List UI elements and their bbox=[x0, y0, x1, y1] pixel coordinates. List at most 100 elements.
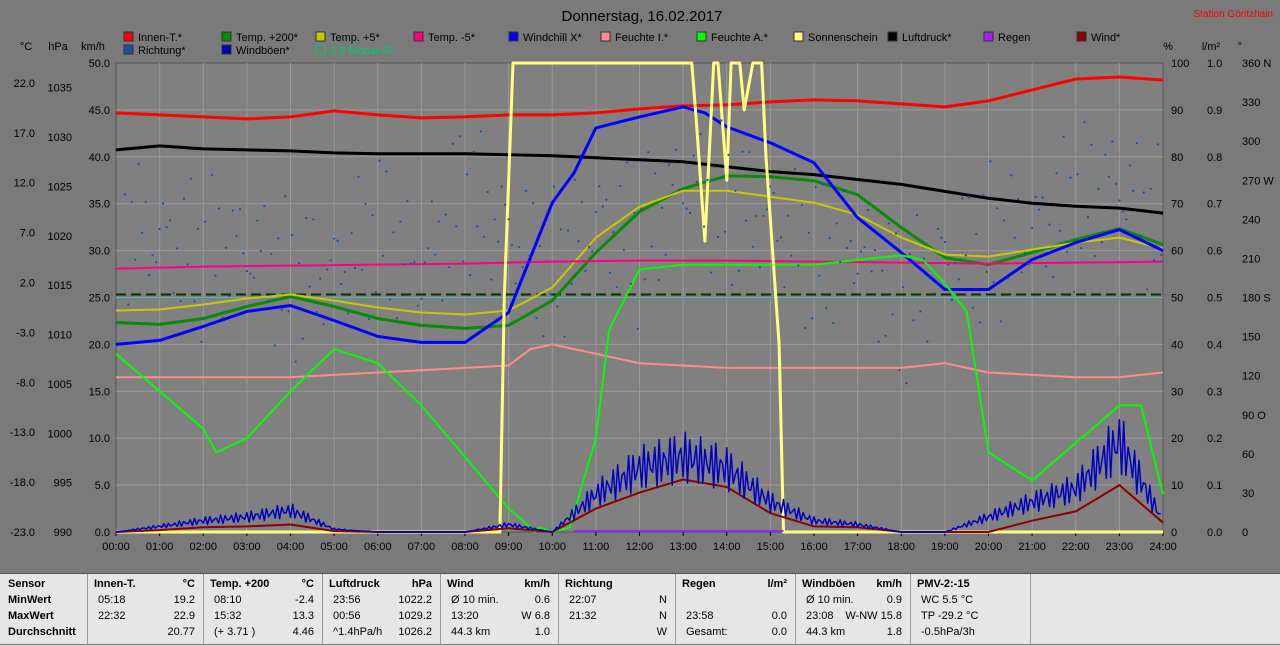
cell-label: TP -29.2 °C bbox=[921, 610, 979, 622]
richtung-point bbox=[1083, 121, 1086, 124]
richtung-point bbox=[748, 151, 751, 154]
richtung-point bbox=[266, 300, 269, 303]
richtung-point bbox=[437, 220, 440, 223]
richtung-point bbox=[413, 261, 416, 264]
richtung-point bbox=[186, 263, 189, 266]
richtung-point bbox=[828, 237, 831, 240]
y-tick-degree: 90 O bbox=[1242, 410, 1266, 422]
y-tick-percent: 50 bbox=[1171, 293, 1183, 305]
richtung-point bbox=[552, 185, 556, 188]
stats-column: Temp. +200 °C 08:10 -2.4 15:32 13.3 (+ 3.71 ) 4… bbox=[204, 574, 323, 645]
richtung-point bbox=[221, 316, 224, 319]
cell-label: 21:32 bbox=[569, 610, 597, 622]
richtung-point bbox=[353, 267, 357, 270]
x-tick-label: 00:00 bbox=[102, 541, 130, 553]
richtung-point bbox=[908, 252, 912, 256]
richtung-point bbox=[894, 232, 898, 235]
richtung-point bbox=[709, 271, 713, 274]
richtung-point bbox=[591, 250, 594, 253]
richtung-point bbox=[741, 150, 744, 153]
y-tick-percent: 80 bbox=[1171, 152, 1183, 164]
richtung-point bbox=[1058, 229, 1062, 232]
richtung-point bbox=[901, 285, 905, 289]
richtung-point bbox=[1111, 140, 1114, 143]
richtung-point bbox=[141, 231, 144, 235]
x-tick-label: 02:00 bbox=[189, 541, 217, 553]
richtung-point bbox=[891, 313, 894, 316]
richtung-point bbox=[1107, 175, 1111, 179]
richtung-point bbox=[535, 316, 538, 320]
richtung-point bbox=[423, 261, 426, 264]
richtung-point bbox=[762, 214, 765, 217]
richtung-point bbox=[654, 172, 657, 175]
richtung-point bbox=[629, 282, 632, 285]
richtung-point bbox=[500, 185, 503, 188]
richtung-point bbox=[319, 277, 322, 280]
richtung-point bbox=[898, 368, 901, 372]
cell-label: 05:18 bbox=[98, 594, 126, 606]
y-tick-lm2: 1.0 bbox=[1207, 58, 1222, 70]
legend-label: Luftdruck* bbox=[902, 32, 952, 44]
y-tick-degree: 360 N bbox=[1242, 58, 1271, 70]
richtung-point bbox=[1003, 219, 1006, 222]
richtung-point bbox=[800, 203, 803, 207]
richtung-point bbox=[200, 340, 203, 343]
richtung-point bbox=[350, 232, 353, 235]
richtung-point bbox=[887, 222, 891, 225]
y-tick-lm2: 0.2 bbox=[1207, 433, 1222, 445]
cell-label: 23:58 bbox=[686, 610, 714, 622]
y-tick-celsius: -3.0 bbox=[16, 327, 35, 339]
richtung-point bbox=[399, 220, 402, 223]
richtung-point bbox=[776, 239, 779, 242]
richtung-point bbox=[388, 298, 392, 301]
column-header: PMV-2:-15 bbox=[917, 578, 970, 590]
unit-kmh: km/h bbox=[81, 41, 105, 53]
richtung-point bbox=[549, 292, 552, 296]
richtung-point bbox=[514, 282, 517, 285]
richtung-point bbox=[245, 269, 248, 273]
richtung-point bbox=[507, 218, 510, 221]
cell-value: 1022.2 bbox=[398, 594, 432, 606]
richtung-point bbox=[406, 200, 409, 203]
legend-swatch bbox=[123, 44, 134, 55]
cell-value: 0.0 bbox=[771, 626, 787, 638]
richtung-point bbox=[336, 239, 339, 242]
richtung-point bbox=[207, 294, 210, 297]
richtung-point bbox=[647, 151, 650, 154]
richtung-point bbox=[1024, 251, 1027, 254]
richtung-point bbox=[312, 218, 315, 221]
richtung-point bbox=[814, 186, 817, 189]
cell-value: 0.6 bbox=[534, 594, 550, 606]
stats-column: Wind km/h Ø 10 min. 0.6 13:20 W 6.8 44.3 km 1.0 bbox=[441, 574, 559, 645]
richtung-point bbox=[1076, 173, 1079, 176]
richtung-point bbox=[273, 344, 276, 347]
richtung-point bbox=[172, 291, 175, 295]
x-tick-label: 15:00 bbox=[757, 541, 785, 553]
richtung-point bbox=[661, 206, 664, 209]
cell-label: Ø 10 min. bbox=[451, 594, 499, 606]
richtung-point bbox=[929, 275, 933, 278]
stats-column: Regen l/m² 23:58 0.0 Gesamt: 0.0 bbox=[676, 574, 796, 645]
richtung-point bbox=[1038, 208, 1041, 211]
legend-swatch bbox=[983, 31, 994, 42]
y-tick-degree: 0 bbox=[1242, 527, 1248, 539]
richtung-point bbox=[835, 222, 838, 225]
richtung-point bbox=[1034, 195, 1037, 199]
cell-value: 4.46 bbox=[292, 626, 314, 638]
richtung-point bbox=[640, 208, 643, 211]
richtung-point bbox=[479, 130, 482, 133]
x-tick-label: 03:00 bbox=[233, 541, 261, 553]
richtung-point bbox=[608, 271, 611, 274]
richtung-point bbox=[1079, 246, 1083, 250]
y-tick-percent: 10 bbox=[1171, 480, 1183, 492]
richtung-point bbox=[772, 191, 775, 195]
y-tick-celsius: 17.0 bbox=[14, 128, 35, 140]
y-tick-lm2: 0.7 bbox=[1207, 199, 1222, 211]
richtung-point bbox=[395, 317, 399, 320]
y-tick-percent: 20 bbox=[1171, 433, 1183, 445]
richtung-point bbox=[144, 200, 147, 204]
richtung-point bbox=[943, 240, 946, 244]
x-tick-label: 21:00 bbox=[1018, 541, 1046, 553]
richtung-point bbox=[992, 281, 995, 284]
richtung-point bbox=[1114, 182, 1117, 186]
